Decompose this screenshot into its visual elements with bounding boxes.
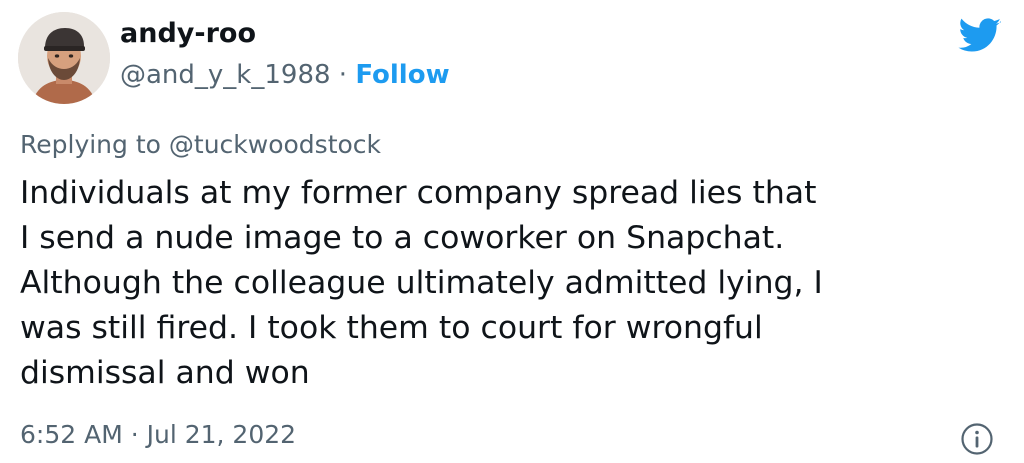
replying-to: Replying to @tuckwoodstock	[20, 130, 381, 159]
tweet-text-line: dismissal and won	[20, 355, 310, 391]
info-icon[interactable]	[960, 422, 994, 456]
follow-button[interactable]: Follow	[355, 60, 449, 90]
tweet-text-line: Individuals at my former company spread …	[20, 175, 817, 211]
tweet-text: Individuals at my former company spread …	[20, 171, 1010, 396]
handle-row: @and_y_k_1988 · Follow	[120, 60, 450, 90]
handle-separator: ·	[330, 60, 356, 90]
reply-handle-link[interactable]: @tuckwoodstock	[169, 130, 381, 159]
tweet-card: andy-roo @and_y_k_1988 · Follow Replying…	[0, 0, 1024, 463]
display-name[interactable]: andy-roo	[120, 18, 256, 49]
tweet-text-line: was still fired. I took them to court fo…	[20, 310, 763, 346]
tweet-text-line: I send a nude image to a coworker on Sna…	[20, 220, 785, 256]
replying-prefix: Replying to	[20, 130, 169, 159]
user-handle[interactable]: @and_y_k_1988	[120, 60, 331, 90]
avatar[interactable]	[18, 12, 110, 104]
tweet-text-line: Although the colleague ultimately admitt…	[20, 265, 823, 301]
tweet-timestamp[interactable]: 6:52 AM · Jul 21, 2022	[20, 420, 296, 449]
avatar-image	[18, 12, 110, 104]
twitter-bird-icon[interactable]	[958, 18, 1002, 54]
